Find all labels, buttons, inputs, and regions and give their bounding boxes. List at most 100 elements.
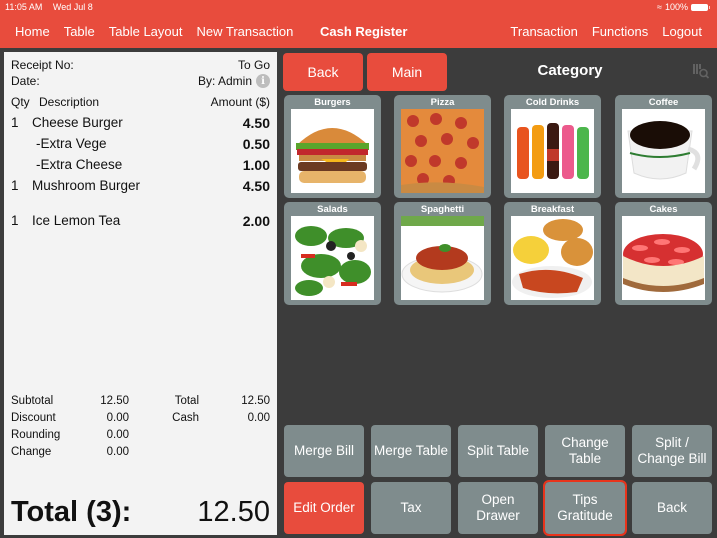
nav-new-transaction[interactable]: New Transaction xyxy=(197,24,294,39)
button-label: Tips xyxy=(572,492,598,507)
button-label: Table xyxy=(568,451,602,466)
item-amount: 2.00 xyxy=(242,212,270,229)
back-function-button[interactable]: Back xyxy=(632,482,712,534)
category-label: Coffee xyxy=(648,97,679,108)
button-label: Gratitude xyxy=(557,508,613,523)
battery-icon xyxy=(691,3,710,11)
cash-value: 0.00 xyxy=(247,411,270,424)
category-burgers[interactable]: Burgers xyxy=(284,95,381,198)
subtotal-label: Subtotal xyxy=(11,394,54,407)
change-table-button[interactable]: Change Table xyxy=(545,425,625,477)
order-type: To Go xyxy=(237,58,270,72)
category-salads[interactable]: Salads xyxy=(284,202,381,305)
split-change-bill-button[interactable]: Split / Change Bill xyxy=(632,425,712,477)
receipt-item-modifier[interactable]: -Extra Cheese 1.00 xyxy=(11,154,270,175)
app-header: 11:05 AM Wed Jul 8 ≈ 100% Home Table Tab… xyxy=(0,0,717,48)
item-desc: -Extra Vege xyxy=(36,136,107,151)
nav-home[interactable]: Home xyxy=(15,24,50,39)
tips-gratitude-button[interactable]: Tips Gratitude xyxy=(543,480,627,536)
item-desc: Ice Lemon Tea xyxy=(32,213,121,228)
category-cold-drinks[interactable]: Cold Drinks xyxy=(504,95,601,198)
category-label: Cakes xyxy=(649,204,678,215)
category-label: Burgers xyxy=(314,97,351,108)
breakfast-image xyxy=(511,216,594,300)
button-label: Split / xyxy=(655,435,689,450)
cake-image xyxy=(622,216,705,300)
merge-table-button[interactable]: Merge Table xyxy=(371,425,451,477)
item-qty: 1 xyxy=(11,115,19,130)
edit-order-button[interactable]: Edit Order xyxy=(284,482,364,534)
item-desc: Mushroom Burger xyxy=(32,178,141,193)
tax-button[interactable]: Tax xyxy=(371,482,451,534)
item-amount: 0.50 xyxy=(242,135,270,152)
button-label: Merge Table xyxy=(373,443,449,458)
receipt-item-modifier[interactable]: -Extra Vege 0.50 xyxy=(11,133,270,154)
category-label: Salads xyxy=(317,204,348,215)
receipt-item[interactable]: 1 Ice Lemon Tea 2.00 xyxy=(11,210,270,231)
category-spaghetti[interactable]: Spaghetti xyxy=(394,202,491,305)
button-label: Back xyxy=(656,500,687,515)
change-value: 0.00 xyxy=(106,445,129,458)
category-label: Spaghetti xyxy=(420,204,465,215)
page-title: Cash Register xyxy=(320,24,408,39)
item-qty: 1 xyxy=(11,178,19,193)
item-amount: 4.50 xyxy=(242,114,270,131)
col-amount: Amount ($) xyxy=(210,95,270,109)
main-button[interactable]: Main xyxy=(367,53,447,91)
cold-drinks-image xyxy=(511,109,594,193)
rounding-label: Rounding xyxy=(11,428,61,441)
split-table-button[interactable]: Split Table xyxy=(458,425,538,477)
category-breakfast[interactable]: Breakfast xyxy=(504,202,601,305)
category-coffee[interactable]: Coffee xyxy=(615,95,712,198)
total-value: 12.50 xyxy=(241,394,270,407)
wifi-icon: ≈ xyxy=(657,2,662,12)
open-drawer-button[interactable]: Open Drawer xyxy=(458,482,538,534)
grand-total-value: 12.50 xyxy=(197,496,270,528)
category-cakes[interactable]: Cakes xyxy=(615,202,712,305)
salad-image xyxy=(291,216,374,300)
col-qty: Qty xyxy=(11,95,30,109)
button-label: Change xyxy=(561,435,609,450)
discount-value: 0.00 xyxy=(106,411,129,424)
button-label: Tax xyxy=(400,500,422,515)
receipt-item[interactable]: 1 Cheese Burger 4.50 xyxy=(11,112,270,133)
rounding-value: 0.00 xyxy=(106,428,129,441)
status-time: 11:05 AM xyxy=(5,2,43,12)
grand-total: Total (3): 12.50 xyxy=(11,496,270,529)
item-amount: 1.00 xyxy=(242,156,270,173)
category-pizza[interactable]: Pizza xyxy=(394,95,491,198)
receipt-item[interactable]: 1 Mushroom Burger 4.50 xyxy=(11,175,270,196)
pizza-image xyxy=(401,109,484,193)
info-icon[interactable]: i xyxy=(256,74,270,88)
nav-logout[interactable]: Logout xyxy=(662,24,702,39)
nav-table[interactable]: Table xyxy=(64,24,95,39)
category-title: Category xyxy=(537,62,603,79)
category-label: Breakfast xyxy=(530,204,575,215)
discount-label: Discount xyxy=(11,411,56,424)
button-label: Change Bill xyxy=(637,451,707,466)
cash-label: Cash xyxy=(172,411,199,424)
spaghetti-image xyxy=(401,216,484,300)
receipt-panel: Receipt No: To Go Date: By: Admin i Qty … xyxy=(4,52,277,535)
search-list-icon[interactable] xyxy=(693,63,709,79)
button-label: Merge Bill xyxy=(293,443,355,458)
col-description: Description xyxy=(39,95,100,109)
button-label: Split Table xyxy=(466,443,530,458)
category-label: Pizza xyxy=(430,97,455,108)
merge-bill-button[interactable]: Merge Bill xyxy=(284,425,364,477)
receipt-no-label: Receipt No: xyxy=(11,58,74,72)
item-desc: Cheese Burger xyxy=(32,115,123,130)
totals-section: Subtotal 12.50 Total 12.50 Discount 0.00… xyxy=(11,392,270,460)
item-amount: 4.50 xyxy=(242,177,270,194)
button-label: Drawer xyxy=(476,508,520,523)
item-desc: -Extra Cheese xyxy=(36,157,123,172)
button-label: Open xyxy=(481,492,515,507)
item-qty: 1 xyxy=(11,213,19,228)
cashier-label: By: Admin xyxy=(197,74,252,88)
burger-image xyxy=(291,109,374,193)
back-button[interactable]: Back xyxy=(283,53,363,91)
nav-functions[interactable]: Functions xyxy=(592,24,648,39)
grand-total-label: Total (3): xyxy=(11,496,132,528)
nav-table-layout[interactable]: Table Layout xyxy=(109,24,183,39)
nav-transaction[interactable]: Transaction xyxy=(510,24,577,39)
